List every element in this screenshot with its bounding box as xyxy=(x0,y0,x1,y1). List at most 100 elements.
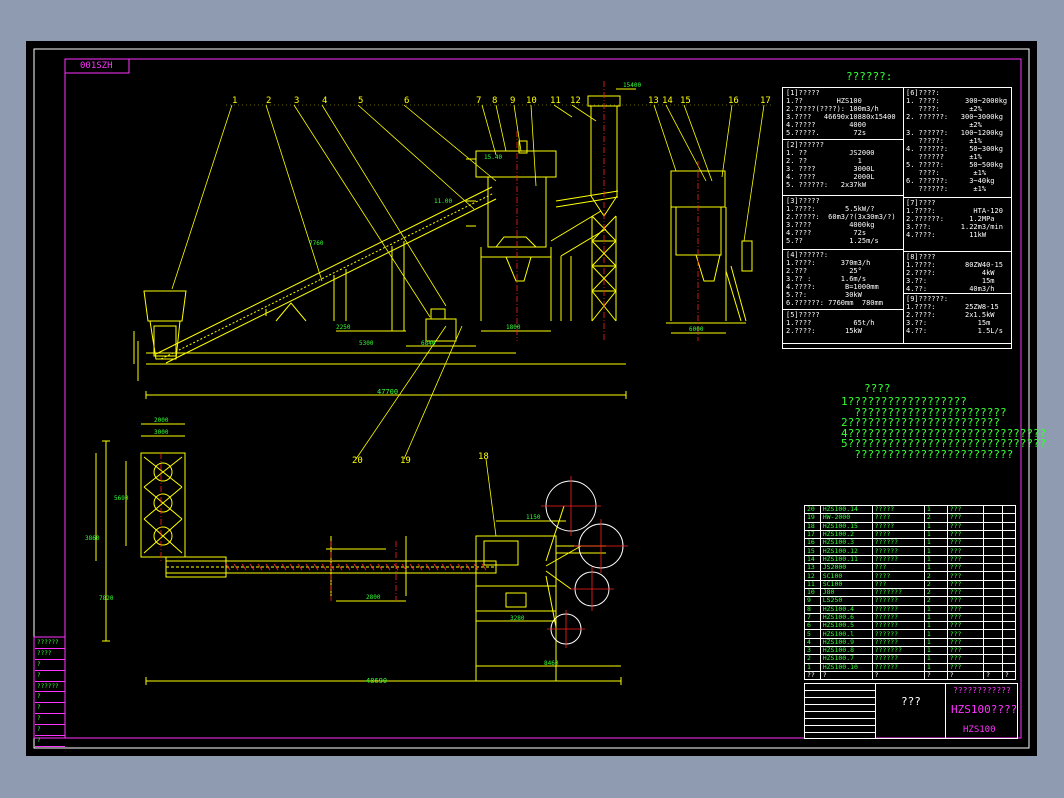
table-row: 10 J80??????? 2??? xyxy=(804,587,1017,598)
dim-3280: 3280 xyxy=(510,615,525,622)
left-side-block: ??????????????????????? xyxy=(35,638,65,747)
table-cell: HW-2000 xyxy=(819,513,873,523)
table-row: 13 JS2000??? 1??? xyxy=(804,563,1017,573)
table-cell: 1 xyxy=(923,646,948,656)
callout-16: 16 xyxy=(728,96,739,106)
table-cell: ??? xyxy=(946,504,985,515)
spec-title: ??????: xyxy=(846,70,893,83)
table-cell xyxy=(983,504,1003,515)
spec-line: 1.???? 65t/h xyxy=(786,319,875,327)
table-cell: 1 xyxy=(923,554,948,565)
callout-18: 18 xyxy=(478,452,489,462)
table-cell xyxy=(983,654,1003,664)
spec-line: 1.????: 25ZW8-15 xyxy=(906,303,999,311)
callout-19: 19 xyxy=(400,456,411,466)
spec-line: 1.????: HTA-120 xyxy=(906,207,1003,215)
table-row: 7 HZS100.6?????? 1??? xyxy=(804,612,1017,623)
table-cell xyxy=(1001,612,1017,623)
table-cell xyxy=(1001,571,1017,581)
spec-line: 2.??? 25° xyxy=(786,267,862,275)
table-row: 4 HZS100.9?????? 1??? xyxy=(804,637,1017,648)
table-row: 16 HZS100.3?????? 1??? xyxy=(804,538,1017,548)
spec-line: 4.??: 40m3/h xyxy=(906,285,995,293)
callout-6: 6 xyxy=(404,96,410,106)
dim-1150: 1150 xyxy=(526,514,541,521)
spec-line: ?????: ±1% xyxy=(906,137,982,145)
callout-7: 7 xyxy=(476,96,482,106)
table-row: 14 HZS100.11?????? 1??? xyxy=(804,554,1017,565)
table-cell: ??? xyxy=(946,662,985,672)
dim-2250: 2250 xyxy=(336,324,351,331)
spec-block-2: [2]?????? 1. ?? JS2000 2. ?? 1 3. ???? 3000… xyxy=(783,140,903,196)
table-cell: ?????? xyxy=(871,637,925,648)
table-cell: ?????? xyxy=(871,538,925,548)
spec-line: 1.?? HZS100 xyxy=(786,97,862,105)
table-cell: 1 xyxy=(923,654,948,664)
table-cell: HZS100.6 xyxy=(819,612,873,623)
table-cell: ????? xyxy=(871,521,925,531)
table-cell: HZS100.l xyxy=(819,629,873,639)
spec-line: 4.??: 1.5L/s xyxy=(906,327,1003,335)
note-line: ???????????????????????? xyxy=(841,447,1014,461)
table-cell xyxy=(983,521,1003,531)
spec-line: 6. ??????: 3~40kg xyxy=(906,177,995,185)
callout-leaders-bottom xyxy=(485,458,497,537)
table-cell: ??????? xyxy=(871,646,925,656)
spec-line: 2.????: 2x1.5kW xyxy=(906,311,995,319)
table-cell xyxy=(1001,646,1017,656)
table-cell xyxy=(1001,513,1017,523)
table-cell xyxy=(983,596,1003,606)
spec-line: [1]????? xyxy=(786,89,820,97)
table-cell xyxy=(1001,579,1017,589)
table-row: 12 SC100???? 2??? xyxy=(804,571,1017,581)
table-row: 18 HZS100.15????? 1??? xyxy=(804,521,1017,531)
left-block-cell: ? xyxy=(35,692,65,704)
table-row: 1 HZS100.10?????? 1??? xyxy=(804,662,1017,672)
spec-line: 2.????: 15kW xyxy=(786,327,862,335)
table-cell: 1 xyxy=(923,538,948,548)
spec-line: ?????? ±1% xyxy=(906,153,982,161)
table-cell xyxy=(1001,538,1017,548)
table-cell: 1 xyxy=(923,662,948,672)
spec-line: ±2% xyxy=(906,121,982,129)
callout-3: 3 xyxy=(294,96,300,106)
table-cell: ??? xyxy=(946,587,985,598)
table-row: 9 LS250?????? 2??? xyxy=(804,596,1017,606)
spec-line: 2. ??????: 300~3000kg xyxy=(906,113,1003,121)
table-row: 17 HZS100.2???? 1??? xyxy=(804,529,1017,540)
left-block-cell: ???? xyxy=(35,649,65,660)
dim-2000: 2000 xyxy=(154,417,169,424)
table-cell: HZS100.4 xyxy=(819,604,873,614)
table-cell xyxy=(1001,504,1017,515)
table-cell: ??? xyxy=(946,521,985,531)
table-cell: 18 xyxy=(804,521,821,531)
spec-line: 2.??????: 1.2MPa xyxy=(906,215,995,223)
spec-line: 2. ?? 1 xyxy=(786,157,862,165)
left-block-cell: ? xyxy=(35,703,65,715)
callout-13: 13 xyxy=(648,96,659,106)
table-cell: 1 xyxy=(923,563,948,573)
table-cell: 12 xyxy=(804,571,821,581)
table-row: 2 HZS100.7?????? 1??? xyxy=(804,654,1017,664)
table-cell: 1 xyxy=(804,662,821,672)
table-cell: ??? xyxy=(946,646,985,656)
table-cell xyxy=(983,571,1003,581)
table-cell: HZS100.7 xyxy=(819,654,873,664)
table-cell xyxy=(1001,662,1017,672)
parts-table: 20 HZS100.14????? 1??? 19 HW-2000???? 2??? 18 H… xyxy=(804,504,1017,681)
table-cell: ?????? xyxy=(871,612,925,623)
table-cell: JS2000 xyxy=(819,563,873,573)
table-cell xyxy=(983,662,1003,672)
table-cell: ??? xyxy=(946,529,985,540)
spec-line: 3. ??????: 100~1200kg xyxy=(906,129,1003,137)
table-cell: ??? xyxy=(946,571,985,581)
dim-7820: 7820 xyxy=(99,595,114,602)
spec-block-8: [8]???? 1.????: 80ZW40-15 2.????: 4kW 3.??:… xyxy=(903,252,1011,294)
table-row: 3 HZS100.8??????? 1??? xyxy=(804,646,1017,656)
table-cell: ????? xyxy=(871,504,925,515)
dim-6840: 6840 xyxy=(421,340,436,347)
table-cell: ??? xyxy=(946,637,985,648)
spec-line: 5.??: 30kW xyxy=(786,291,862,299)
table-cell: 19 xyxy=(804,513,821,523)
table-row: 6 HZS100.5?????? 1??? xyxy=(804,621,1017,631)
